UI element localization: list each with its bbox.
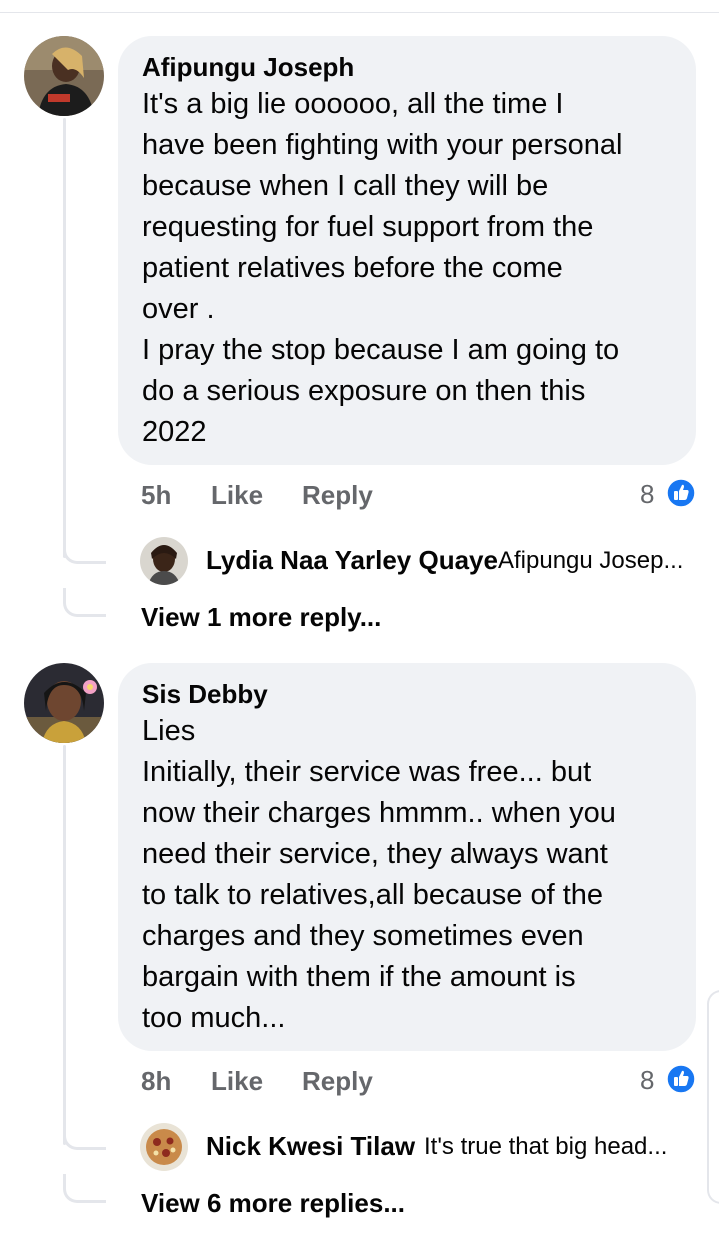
reply-snippet: It's true that big head...: [424, 1133, 668, 1160]
comment-author[interactable]: Afipungu Joseph: [142, 50, 672, 84]
view-more-connector: [63, 588, 106, 617]
like-button[interactable]: Like: [211, 1064, 263, 1098]
thread-line: [63, 118, 66, 558]
reply-connector: [63, 1121, 106, 1150]
reaction-count: 8: [640, 479, 655, 509]
reply-author[interactable]: Lydia Naa Yarley Quaye: [206, 545, 498, 576]
reaction-count: 8: [640, 1065, 655, 1095]
thread-line: [63, 745, 66, 1145]
reply-button[interactable]: Reply: [302, 1064, 373, 1098]
comment-actions: 5h Like Reply: [141, 478, 441, 512]
reply-button[interactable]: Reply: [302, 478, 373, 512]
view-more-replies-link[interactable]: View 1 more reply...: [141, 602, 381, 633]
comment-timestamp[interactable]: 8h: [141, 1064, 171, 1098]
comment-bubble[interactable]: Sis Debby Lies Initially, their service …: [118, 663, 696, 1051]
comment-bubble[interactable]: Afipungu Joseph It's a big lie oooooo, a…: [118, 36, 696, 465]
view-more-connector: [63, 1174, 106, 1203]
view-more-replies-link[interactable]: View 6 more replies...: [141, 1188, 405, 1219]
reply-preview[interactable]: Nick Kwesi Tilaw It's true that big head…: [140, 1123, 700, 1171]
comment-text: Lies Initially, their service was free..…: [142, 715, 616, 1034]
reply-avatar: [140, 1123, 188, 1171]
reply-connector: [63, 535, 106, 564]
reply-snippet: Afipungu Josep...: [498, 547, 684, 574]
like-button[interactable]: Like: [211, 478, 263, 512]
reply-avatar: [140, 537, 188, 585]
comment-text: It's a big lie oooooo, all the time I ha…: [142, 88, 623, 448]
side-drawer-handle[interactable]: [707, 990, 719, 1204]
commenter-avatar[interactable]: [24, 663, 104, 743]
comment-actions: 8h Like Reply: [141, 1064, 441, 1098]
reply-author[interactable]: Nick Kwesi Tilaw: [206, 1131, 415, 1162]
reaction-summary[interactable]: 8: [640, 477, 700, 511]
comment-timestamp[interactable]: 5h: [141, 478, 171, 512]
like-reaction-icon: [666, 1064, 696, 1099]
commenter-avatar[interactable]: [24, 36, 104, 116]
reply-preview[interactable]: Lydia Naa Yarley Quaye Afipungu Josep...: [140, 537, 710, 585]
reaction-summary[interactable]: 8: [640, 1063, 700, 1097]
top-divider: [0, 12, 719, 13]
like-reaction-icon: [666, 478, 696, 513]
comment-author[interactable]: Sis Debby: [142, 677, 672, 711]
